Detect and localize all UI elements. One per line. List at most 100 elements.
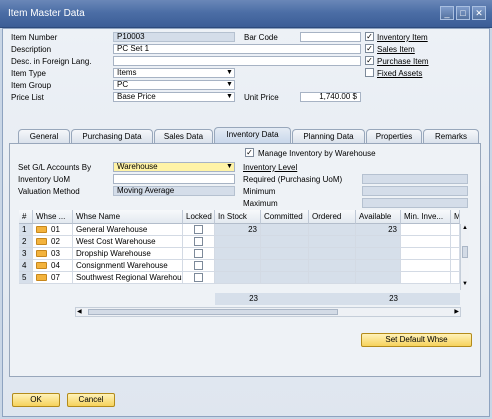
scroll-right-icon[interactable]: ▶ [454, 308, 459, 317]
whse-name-cell[interactable]: Southwest Regional Warehous [73, 272, 183, 284]
price-list-select[interactable]: Base Price ▼ [113, 92, 235, 102]
tab-sales-data[interactable]: Sales Data [154, 129, 213, 144]
col-locked-header[interactable]: Locked [183, 210, 215, 224]
row-number[interactable]: 4 [19, 260, 33, 272]
whse-code-cell[interactable]: 04 [33, 260, 73, 272]
purchase-item-checkbox[interactable]: ✓ [365, 56, 374, 65]
tab-general[interactable]: General [18, 129, 70, 144]
committed-cell[interactable] [261, 236, 309, 248]
set-default-whse-button[interactable]: Set Default Whse [361, 333, 472, 347]
link-arrow-icon[interactable] [36, 262, 47, 269]
col-ordered-header[interactable]: Ordered [309, 210, 356, 224]
min-inventory-cell[interactable] [401, 260, 451, 272]
tab-inventory-data[interactable]: Inventory Data [214, 127, 291, 144]
available-cell[interactable] [356, 236, 401, 248]
ok-button[interactable]: OK [12, 393, 60, 407]
available-cell[interactable] [356, 248, 401, 260]
whse-name-cell[interactable]: Consignmentl Warehouse [73, 260, 183, 272]
ordered-cell[interactable] [309, 224, 356, 236]
cancel-button[interactable]: Cancel [67, 393, 115, 407]
row-number[interactable]: 1 [19, 224, 33, 236]
whse-name-cell[interactable]: West Cost Warehouse [73, 236, 183, 248]
whse-name-cell[interactable]: Dropship Warehouse [73, 248, 183, 260]
link-arrow-icon[interactable] [36, 226, 47, 233]
max-inventory-cell[interactable] [451, 260, 460, 272]
locked-checkbox[interactable] [194, 237, 203, 246]
locked-cell[interactable] [183, 224, 215, 236]
committed-cell[interactable] [261, 248, 309, 260]
chevron-down-icon[interactable]: ▼ [226, 81, 233, 89]
whse-code-cell[interactable]: 01 [33, 224, 73, 236]
col-max-header[interactable]: M [451, 210, 460, 224]
row-number[interactable]: 2 [19, 236, 33, 248]
foreign-desc-field[interactable] [113, 56, 361, 66]
maximize-icon[interactable]: □ [456, 6, 470, 20]
in-stock-cell[interactable] [215, 248, 261, 260]
grid-horizontal-scrollbar[interactable]: ◀ ▶ [75, 307, 461, 317]
maximum-field[interactable] [362, 198, 468, 208]
bar-code-field[interactable] [300, 32, 361, 42]
col-committed-header[interactable]: Committed [261, 210, 309, 224]
whse-code-cell[interactable]: 02 [33, 236, 73, 248]
manage-by-warehouse-checkbox[interactable]: ✓ [245, 148, 254, 157]
tab-planning-data[interactable]: Planning Data [292, 129, 365, 144]
committed-cell[interactable] [261, 260, 309, 272]
minimize-icon[interactable]: _ [440, 6, 454, 20]
in-stock-cell[interactable] [215, 272, 261, 284]
gl-accounts-select[interactable]: Warehouse ▼ [113, 162, 235, 172]
minimum-field[interactable] [362, 186, 468, 196]
ordered-cell[interactable] [309, 260, 356, 272]
whse-code-cell[interactable]: 03 [33, 248, 73, 260]
available-cell[interactable] [356, 272, 401, 284]
unit-price-field[interactable]: 1,740.00 $ [300, 92, 361, 102]
committed-cell[interactable] [261, 224, 309, 236]
chevron-down-icon[interactable]: ▼ [226, 69, 233, 77]
col-num-header[interactable]: # [19, 210, 33, 224]
locked-checkbox[interactable] [194, 261, 203, 270]
inventory-item-checkbox[interactable]: ✓ [365, 32, 374, 41]
locked-checkbox[interactable] [194, 249, 203, 258]
chevron-down-icon[interactable]: ▼ [226, 163, 233, 171]
min-inventory-cell[interactable] [401, 272, 451, 284]
max-inventory-cell[interactable] [451, 272, 460, 284]
col-whse-code-header[interactable]: Whse ... [33, 210, 73, 224]
item-type-select[interactable]: Items ▼ [113, 68, 235, 78]
whse-code-cell[interactable]: 07 [33, 272, 73, 284]
link-arrow-icon[interactable] [36, 274, 47, 281]
locked-cell[interactable] [183, 260, 215, 272]
required-field[interactable] [362, 174, 468, 184]
max-inventory-cell[interactable] [451, 236, 460, 248]
tab-remarks[interactable]: Remarks [423, 129, 479, 144]
min-inventory-cell[interactable] [401, 248, 451, 260]
locked-cell[interactable] [183, 272, 215, 284]
valuation-method-field[interactable]: Moving Average [113, 186, 235, 196]
max-inventory-cell[interactable] [451, 248, 460, 260]
col-in-stock-header[interactable]: In Stock [215, 210, 261, 224]
sales-item-checkbox[interactable]: ✓ [365, 44, 374, 53]
ordered-cell[interactable] [309, 248, 356, 260]
locked-cell[interactable] [183, 248, 215, 260]
min-inventory-cell[interactable] [401, 224, 451, 236]
max-inventory-cell[interactable] [451, 224, 460, 236]
in-stock-cell[interactable] [215, 260, 261, 272]
row-number[interactable]: 3 [19, 248, 33, 260]
col-whse-name-header[interactable]: Whse Name [73, 210, 183, 224]
committed-cell[interactable] [261, 272, 309, 284]
tab-purchasing-data[interactable]: Purchasing Data [71, 129, 153, 144]
col-min-inventory-header[interactable]: Min. Inve... [401, 210, 451, 224]
scroll-thumb[interactable] [462, 246, 468, 258]
horizontal-scroll-thumb[interactable] [88, 309, 338, 315]
in-stock-cell[interactable]: 23 [215, 224, 261, 236]
whse-name-cell[interactable]: General Warehouse [73, 224, 183, 236]
scroll-left-icon[interactable]: ◀ [77, 308, 82, 317]
in-stock-cell[interactable] [215, 236, 261, 248]
inventory-uom-field[interactable] [113, 174, 235, 184]
scroll-down-icon[interactable]: ▼ [461, 281, 469, 287]
close-icon[interactable]: ✕ [472, 6, 486, 20]
fixed-assets-checkbox[interactable] [365, 68, 374, 77]
description-field[interactable]: PC Set 1 [113, 44, 361, 54]
available-cell[interactable] [356, 260, 401, 272]
ordered-cell[interactable] [309, 236, 356, 248]
item-group-select[interactable]: PC ▼ [113, 80, 235, 90]
tab-properties[interactable]: Properties [366, 129, 422, 144]
